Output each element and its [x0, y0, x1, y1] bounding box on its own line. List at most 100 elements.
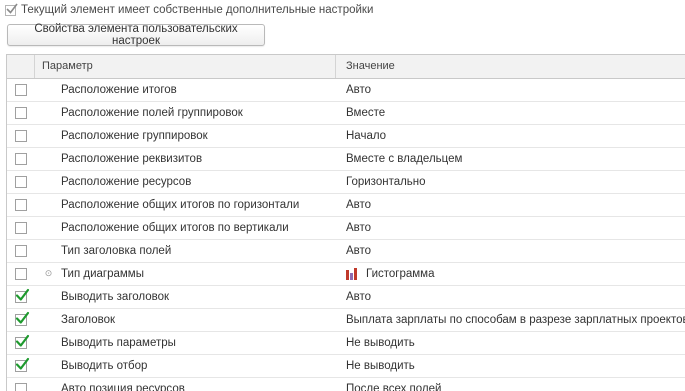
checkmark-icon — [15, 311, 29, 324]
table-row[interactable]: Авто позиция ресурсов После всех полей — [7, 378, 685, 391]
value-label: Авто — [346, 245, 372, 257]
param-label: Тип заголовка полей — [61, 245, 172, 257]
own-settings-option[interactable]: Текущий элемент имеет собственные дополн… — [5, 2, 373, 18]
row-value-cell[interactable]: Горизонтально — [337, 171, 426, 193]
row-param-cell[interactable]: ⊙ Тип диаграммы — [35, 263, 336, 285]
value-label: Авто — [346, 222, 372, 234]
checkmark-icon — [15, 288, 29, 301]
table-row[interactable]: Выводить заголовок Авто — [7, 286, 685, 309]
value-label: Вместе с владельцем — [346, 153, 463, 165]
use-checkbox[interactable] — [14, 383, 27, 391]
settings-table: Параметр Значение Расположение итогов Авт… — [6, 54, 685, 391]
row-param-cell[interactable]: Авто позиция ресурсов — [35, 378, 336, 391]
row-value-cell[interactable]: Авто — [337, 240, 371, 262]
row-use-cell — [7, 332, 34, 354]
table-row[interactable]: Выводить отбор Не выводить — [7, 355, 685, 378]
use-checkbox[interactable] — [14, 222, 27, 234]
row-param-cell[interactable]: Расположение итогов — [35, 79, 336, 101]
row-use-cell — [7, 217, 34, 239]
row-value-cell[interactable]: Не выводить — [337, 355, 415, 377]
row-param-cell[interactable]: Выводить заголовок — [35, 286, 336, 308]
row-value-cell[interactable]: Выплата зарплаты по способам в разрезе з… — [337, 309, 685, 331]
row-value-cell[interactable]: Авто — [337, 194, 371, 216]
header-value[interactable]: Значение — [337, 55, 395, 78]
row-value-cell[interactable]: Авто — [337, 79, 371, 101]
header-check-column — [7, 55, 35, 78]
checkmark-icon — [15, 334, 29, 347]
value-label: Горизонтально — [346, 176, 426, 188]
table-row[interactable]: Заголовок Выплата зарплаты по способам в … — [7, 309, 685, 332]
use-checkbox[interactable] — [14, 357, 29, 372]
header-param[interactable]: Параметр — [35, 55, 336, 78]
table-row[interactable]: Расположение реквизитов Вместе с владельц… — [7, 148, 685, 171]
row-value-cell[interactable]: Авто — [337, 217, 371, 239]
use-checkbox[interactable] — [14, 107, 27, 119]
param-label: Выводить отбор — [61, 360, 148, 372]
row-param-cell[interactable]: Тип заголовка полей — [35, 240, 336, 262]
element-properties-button[interactable]: Свойства элемента пользовательских настр… — [7, 23, 265, 47]
value-label: Авто — [346, 291, 372, 303]
table-row[interactable]: Выводить параметры Не выводить — [7, 332, 685, 355]
bar-chart-icon — [346, 268, 360, 280]
table-row[interactable]: Расположение общих итогов по горизонтали… — [7, 194, 685, 217]
checkmark-icon — [6, 3, 18, 14]
param-label: Расположение общих итогов по вертикали — [61, 222, 289, 234]
expand-icon[interactable]: ⊙ — [44, 269, 53, 278]
table-row[interactable]: Расположение общих итогов по вертикали Ав… — [7, 217, 685, 240]
table-row[interactable]: Расположение полей группировок Вместе — [7, 102, 685, 125]
row-value-cell[interactable]: Вместе — [337, 102, 385, 124]
table-header: Параметр Значение — [7, 55, 685, 79]
checkmark-icon — [15, 357, 29, 370]
row-param-cell[interactable]: Расположение общих итогов по вертикали — [35, 217, 336, 239]
use-checkbox[interactable] — [14, 288, 29, 303]
use-checkbox[interactable] — [14, 334, 29, 349]
row-value-cell[interactable]: Вместе с владельцем — [337, 148, 462, 170]
row-use-cell — [7, 309, 34, 331]
row-use-cell — [7, 148, 34, 170]
use-checkbox[interactable] — [14, 130, 27, 142]
param-label: Расположение общих итогов по горизонтали — [61, 199, 300, 211]
row-value-cell[interactable]: Не выводить — [337, 332, 415, 354]
row-param-cell[interactable]: Расположение группировок — [35, 125, 336, 147]
param-label: Выводить параметры — [61, 337, 176, 349]
row-use-cell — [7, 194, 34, 216]
row-param-cell[interactable]: Расположение общих итогов по горизонтали — [35, 194, 336, 216]
row-value-cell[interactable]: Начало — [337, 125, 386, 147]
param-label: Выводить заголовок — [61, 291, 170, 303]
table-row[interactable]: Тип заголовка полей Авто — [7, 240, 685, 263]
use-checkbox[interactable] — [14, 153, 27, 165]
row-value-cell[interactable]: Авто — [337, 286, 371, 308]
use-checkbox[interactable] — [14, 176, 27, 188]
param-label: Расположение полей группировок — [61, 107, 243, 119]
row-use-cell — [7, 171, 34, 193]
param-label: Расположение итогов — [61, 84, 177, 96]
value-label: Авто — [346, 84, 372, 96]
use-checkbox[interactable] — [14, 199, 27, 211]
row-value-cell[interactable]: Гистограмма — [337, 263, 434, 285]
own-settings-checkbox[interactable] — [5, 3, 18, 16]
row-param-cell[interactable]: Заголовок — [35, 309, 336, 331]
row-use-cell — [7, 355, 34, 377]
table-row[interactable]: ⊙ Тип диаграммы Гистограмма — [7, 263, 685, 286]
table-row[interactable]: Расположение группировок Начало — [7, 125, 685, 148]
use-checkbox[interactable] — [14, 84, 27, 96]
row-param-cell[interactable]: Расположение полей группировок — [35, 102, 336, 124]
value-label: Вместе — [346, 107, 386, 119]
row-param-cell[interactable]: Расположение реквизитов — [35, 148, 336, 170]
row-param-cell[interactable]: Выводить параметры — [35, 332, 336, 354]
table-row[interactable]: Расположение итогов Авто — [7, 79, 685, 102]
row-use-cell — [7, 125, 34, 147]
value-label: Выплата зарплаты по способам в разрезе з… — [346, 314, 685, 326]
row-use-cell — [7, 286, 34, 308]
param-label: Авто позиция ресурсов — [61, 383, 185, 391]
use-checkbox[interactable] — [14, 311, 29, 326]
row-param-cell[interactable]: Расположение ресурсов — [35, 171, 336, 193]
row-use-cell — [7, 263, 34, 285]
row-value-cell[interactable]: После всех полей — [337, 378, 441, 391]
use-checkbox[interactable] — [14, 268, 27, 280]
param-label: Заголовок — [61, 314, 116, 326]
row-use-cell — [7, 79, 34, 101]
row-param-cell[interactable]: Выводить отбор — [35, 355, 336, 377]
table-row[interactable]: Расположение ресурсов Горизонтально — [7, 171, 685, 194]
use-checkbox[interactable] — [14, 245, 27, 257]
